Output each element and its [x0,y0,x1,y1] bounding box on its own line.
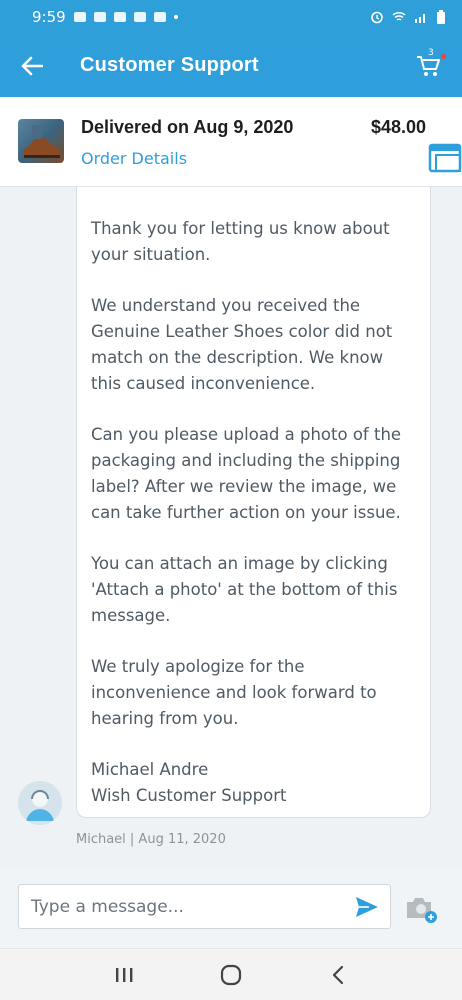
order-price: $48.00 [370,117,426,137]
signature-team: Wish Customer Support [91,786,287,805]
mail-notification-icon [153,12,166,22]
message-composer [0,868,462,948]
signal-icon [415,14,425,23]
cart-button[interactable]: 3 [416,48,446,82]
message-signature: Michael Andre Wish Customer Support [91,757,418,809]
cart-notification-dot [441,54,446,59]
message-meta: Michael | Aug 11, 2020 [76,832,226,847]
app-bar: Customer Support 3 [0,34,462,97]
agent-avatar [18,781,62,825]
photo-notification-icon [73,12,86,22]
order-status: Delivered on Aug 9, 2020 [81,117,294,137]
order-details-link[interactable]: Order Details [81,149,187,168]
recent-apps-button[interactable] [104,955,144,995]
home-button[interactable] [211,955,251,995]
cart-count-badge: 3 [428,48,434,58]
product-thumbnail[interactable] [18,119,64,163]
message-paragraph: You can attach an image by clicking 'Att… [91,554,398,625]
back-chevron-icon [333,965,344,984]
alarm-icon [371,11,383,24]
camera-icon[interactable] [404,894,438,924]
home-icon [220,964,242,985]
message-paragraph: Thank you for letting us know about your… [91,219,390,264]
support-message: Thank you for letting us know about your… [76,187,431,818]
message-paragraph: We truly apologize for the inconvenience… [91,657,377,728]
facebook-notification-icon-2 [133,12,146,22]
back-arrow-icon [21,56,43,75]
page-title: Customer Support [80,54,259,76]
order-summary: Delivered on Aug 9, 2020 $48.00 Order De… [0,97,462,187]
message-notification-icon [93,12,106,22]
shoe-image [24,125,60,158]
back-button[interactable] [0,34,64,97]
signature-name: Michael Andre [91,760,209,779]
message-input[interactable] [18,884,391,929]
status-bar: 9:59 [0,0,462,34]
battery-icon [437,9,445,24]
back-nav-button[interactable] [318,955,358,995]
message-paragraph: Can you please upload a photo of the pac… [91,425,402,522]
window-icon[interactable] [428,143,462,175]
message-paragraph: We understand you received the Genuine L… [91,296,393,393]
status-left: 9:59 [32,8,178,26]
more-notifications-icon [173,15,178,19]
wifi-icon [392,11,406,21]
recent-apps-icon [115,967,133,982]
facebook-notification-icon [113,12,126,22]
status-time: 9:59 [32,8,66,26]
system-nav-bar [0,948,462,1000]
agent-avatar-icon [18,781,62,825]
send-icon[interactable] [354,894,380,920]
status-right [370,9,446,25]
